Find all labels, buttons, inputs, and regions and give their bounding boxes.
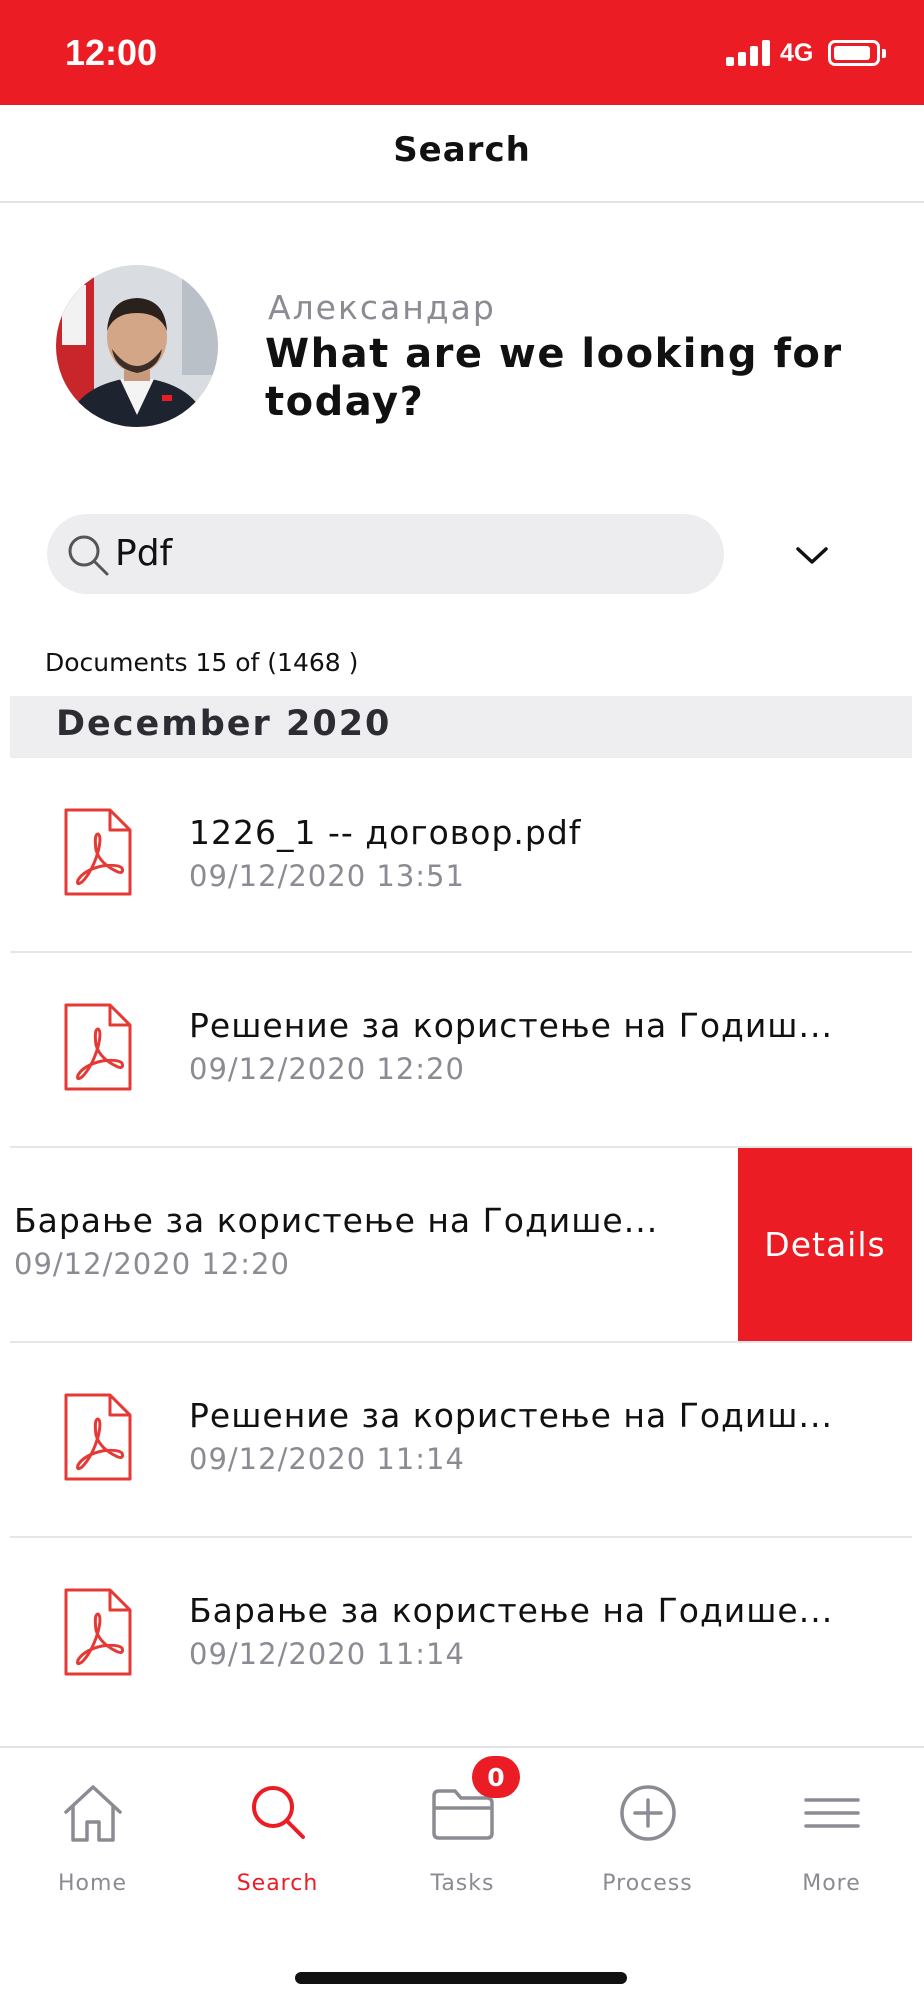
tab-label: Search	[236, 1871, 319, 1896]
user-name: Александар	[268, 288, 496, 327]
document-count: Documents 15 of (1468 )	[45, 648, 359, 677]
nav-header: Search	[0, 105, 924, 203]
status-bar: 12:00 4G	[0, 0, 924, 105]
document-row[interactable]: Барање за користење на Годише... 09/12/2…	[0, 1538, 924, 1733]
pdf-icon	[64, 808, 132, 896]
network-label: 4G	[780, 39, 814, 67]
signal-icon	[726, 40, 770, 66]
document-row-swiped[interactable]: Барање за користење на Годише... 09/12/2…	[0, 1148, 924, 1343]
section-label: December 2020	[56, 704, 392, 744]
document-title: Решение за користење на Годиш...	[189, 1006, 833, 1045]
tab-label: Home	[58, 1871, 127, 1896]
pdf-icon	[64, 1588, 132, 1676]
tab-more[interactable]: More	[739, 1748, 924, 1908]
section-header: December 2020	[10, 696, 912, 758]
document-title: Решение за користење на Годиш...	[189, 1396, 833, 1435]
document-date: 09/12/2020 13:51	[189, 859, 465, 893]
document-date: 09/12/2020 11:14	[189, 1637, 465, 1671]
details-button[interactable]: Details	[738, 1148, 912, 1341]
document-title: 1226_1 -- договор.pdf	[189, 813, 582, 852]
tab-label: Process	[602, 1871, 693, 1896]
tab-tasks[interactable]: Tasks	[370, 1748, 555, 1908]
chevron-down-icon[interactable]	[790, 535, 834, 575]
tasks-badge: 0	[472, 1756, 520, 1798]
home-icon	[64, 1785, 122, 1842]
avatar	[56, 265, 218, 427]
tab-search[interactable]: Search	[185, 1748, 370, 1908]
document-date: 09/12/2020 12:20	[14, 1247, 290, 1281]
document-title: Барање за користење на Годише...	[14, 1201, 659, 1240]
menu-icon	[804, 1798, 860, 1828]
search-icon	[68, 535, 109, 576]
search-icon	[252, 1786, 305, 1839]
document-date: 09/12/2020 12:20	[189, 1052, 465, 1086]
document-date: 09/12/2020 11:14	[189, 1442, 465, 1476]
document-title: Барање за користење на Годише...	[189, 1591, 834, 1630]
greeting-question: What are we looking for today?	[265, 331, 843, 425]
document-row[interactable]: Решение за користење на Годиш... 09/12/2…	[0, 953, 924, 1148]
tab-process[interactable]: Process	[555, 1748, 740, 1908]
tab-label: Tasks	[430, 1871, 495, 1896]
battery-icon	[828, 40, 886, 66]
search-box[interactable]	[47, 514, 724, 594]
status-time: 12:00	[65, 32, 158, 73]
tab-label: More	[802, 1871, 861, 1896]
page-title: Search	[393, 130, 531, 170]
search-input[interactable]	[115, 526, 675, 580]
pdf-icon	[64, 1393, 132, 1481]
tab-home[interactable]: Home	[0, 1748, 185, 1908]
document-row[interactable]: Решение за користење на Годиш... 09/12/2…	[0, 1343, 924, 1538]
home-indicator	[295, 1972, 627, 1984]
plus-circle-icon	[620, 1785, 676, 1841]
tab-bar: Home Search Tasks Process More	[0, 1746, 924, 2000]
pdf-icon	[64, 1003, 132, 1091]
document-row[interactable]: 1226_1 -- договор.pdf 09/12/2020 13:51	[0, 758, 924, 953]
